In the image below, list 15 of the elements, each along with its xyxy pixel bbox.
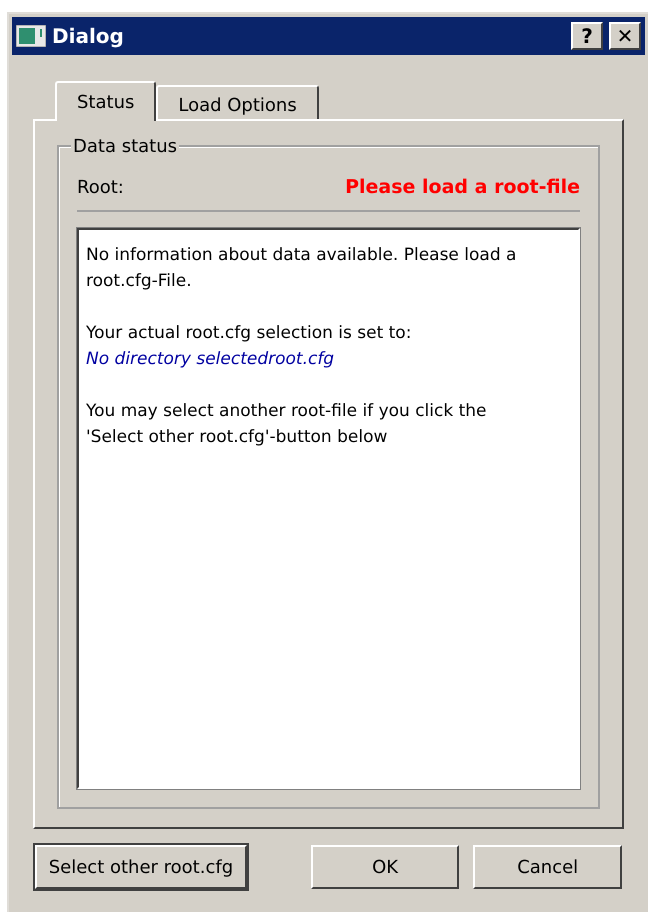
info-paragraph: No information about data available. Please load a root.cfg-File. bbox=[86, 244, 518, 292]
selected-path: No directory selectedroot.cfg bbox=[86, 348, 336, 370]
cancel-button[interactable]: Cancel bbox=[473, 845, 622, 889]
ok-button[interactable]: OK bbox=[310, 845, 460, 889]
close-button[interactable]: ✕ bbox=[609, 22, 641, 50]
info-paragraph: Your actual root.cfg selection is set to: bbox=[86, 322, 412, 344]
tab[interactable]: Load Options bbox=[156, 85, 319, 119]
help-button[interactable]: ? bbox=[571, 22, 603, 50]
window-icon bbox=[16, 25, 46, 47]
root-label: Root: bbox=[77, 176, 124, 200]
info-paragraph: You may select another root-file if you click the 'Select other root.cfg'-button below bbox=[86, 400, 488, 448]
root-status: Please load a root-file bbox=[345, 175, 580, 200]
window-title: Dialog bbox=[52, 23, 124, 50]
tab[interactable]: Status bbox=[55, 81, 156, 121]
select-file-button[interactable]: Select other root.cfg bbox=[35, 845, 247, 889]
